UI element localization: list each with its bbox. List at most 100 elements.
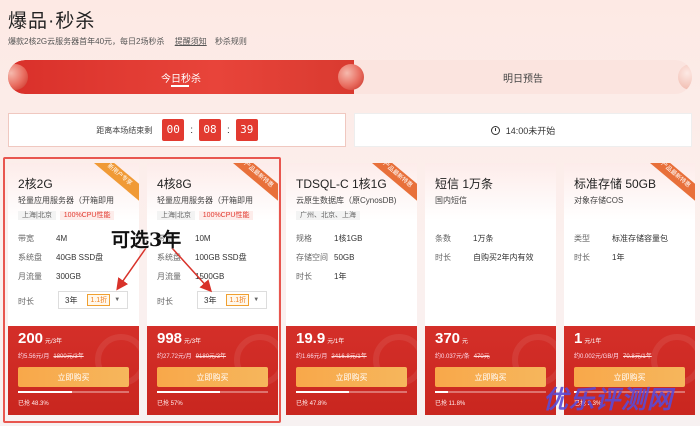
- product-name: 4核8G: [157, 177, 192, 191]
- spec-value: 300GB: [56, 272, 81, 281]
- price: 370 元: [435, 330, 468, 348]
- buy-button[interactable]: 立即购买: [435, 367, 546, 387]
- chevron-down-icon: ▼: [114, 297, 121, 303]
- spec-value: 1年: [334, 272, 347, 281]
- buy-button[interactable]: 立即购买: [157, 367, 268, 387]
- watermark-logo: 优乐评测网: [543, 386, 674, 414]
- product-name: 标准存储 50GB: [574, 177, 657, 191]
- spec-key: 类型: [574, 234, 590, 243]
- original-price: 470元: [473, 354, 490, 360]
- price: 200 元/3年: [18, 330, 62, 348]
- region-tag: 上海|北京: [18, 211, 56, 220]
- spec-value: 50GB: [334, 253, 355, 262]
- next-session-box[interactable]: 14:00未开始: [354, 113, 692, 147]
- per-month: 约1.66元/月: [296, 354, 328, 360]
- duration-select[interactable]: 3年 1.1折 ▼: [197, 291, 267, 309]
- product-name: TDSQL-C 1核1G: [296, 177, 387, 191]
- tab-today[interactable]: 今日秒杀: [8, 60, 354, 94]
- price-detail: 约0.037元/条 470元: [435, 351, 490, 360]
- discount-badge: 1.1折: [226, 294, 250, 306]
- product-card-2c2g: 新用户专享 2核2G 轻量应用服务器（开箱即用 上海|北京 100%CPU性能 …: [8, 163, 139, 415]
- product-tags: 上海|北京 100%CPU性能: [18, 210, 115, 222]
- product-card-4c8g: 产品最新特惠 4核8G 轻量应用服务器（开箱即用 上海|北京 100%CPU性能…: [147, 163, 278, 415]
- price-value: 200: [18, 330, 44, 347]
- spec-row: 时长 自购买2年内有效: [435, 252, 533, 263]
- product-desc: 国内短信: [435, 196, 467, 205]
- buy-button[interactable]: 立即购买: [18, 367, 129, 387]
- product-card-sms: 短信 1万条 国内短信 条数 1万条 时长 自购买2年内有效 370 元 约0.037…: [425, 163, 556, 415]
- spec-value: 1年: [612, 253, 625, 262]
- region-tag: 上海|北京: [157, 211, 195, 220]
- spec-row: 月流量 1500GB: [157, 271, 224, 282]
- spec-key: 系统盘: [18, 253, 42, 262]
- price: 998 元/3年: [157, 330, 201, 348]
- sold-progress-fill: [435, 391, 449, 393]
- countdown-timer: 距离本场结束剩 00 : 08 : 39: [8, 113, 346, 147]
- product-tags: 上海|北京 100%CPU性能: [157, 210, 254, 222]
- sold-text: 已抢 11.8%: [435, 401, 466, 407]
- spec-value: 标准存储容量包: [612, 234, 668, 243]
- product-name: 短信 1万条: [435, 177, 494, 191]
- tab-tomorrow[interactable]: 明日预告: [354, 60, 692, 94]
- price-value: 1: [574, 330, 583, 347]
- card-price-panel: 19.9 元/1年 约1.66元/月 2416.8元/1年 立即购买 已抢 47.8…: [286, 326, 417, 415]
- spec-key: 时长: [296, 272, 312, 281]
- price-unit: 元/1年: [584, 339, 602, 345]
- sold-progress: [157, 391, 268, 393]
- price-detail: 约5.56元/月 1800元/3年: [18, 351, 84, 360]
- duration-select[interactable]: 3年 1.1折 ▼: [58, 291, 128, 309]
- sold-progress-fill: [18, 391, 72, 393]
- spec-row: 月流量 300GB: [18, 271, 81, 282]
- price-value: 19.9: [296, 330, 326, 347]
- spec-key: 规格: [296, 234, 312, 243]
- card-price-panel: 370 元 约0.037元/条 470元 立即购买 已抢 11.8%: [425, 326, 556, 415]
- spec-key: 时长: [574, 253, 590, 262]
- sold-progress: [435, 391, 546, 393]
- price-unit: 元/3年: [45, 339, 63, 345]
- product-card-tdsql: 产品最新特惠 TDSQL-C 1核1G 云原生数据库（原CynosDB) 广州、…: [286, 163, 417, 415]
- spec-row: 带宽 4M: [18, 233, 67, 244]
- original-price: 2416.8元/1年: [331, 354, 367, 360]
- product-desc: 轻量应用服务器（开箱即用: [157, 196, 253, 205]
- spec-value: 1500GB: [195, 272, 225, 281]
- product-name: 2核2G: [18, 177, 53, 191]
- duration-value: 3年: [204, 295, 217, 305]
- countdown-colon: :: [190, 124, 193, 136]
- rules-link[interactable]: 秒杀规则: [215, 37, 247, 46]
- spec-value: 100GB SSD盘: [195, 253, 247, 262]
- spec-value: 4M: [56, 234, 68, 243]
- page-header: 爆品·秒杀: [8, 6, 95, 33]
- countdown-minutes: 08: [199, 119, 221, 141]
- duration-label: 时长: [18, 297, 34, 306]
- countdown-colon: :: [227, 124, 230, 136]
- spec-row: 系统盘 100GB SSD盘: [157, 252, 247, 263]
- spec-row: 时长 1年: [574, 252, 624, 263]
- price-unit: 元/1年: [327, 339, 345, 345]
- duration-label: 时长: [157, 297, 173, 306]
- spec-row: 类型 标准存储容量包: [574, 233, 668, 244]
- sold-progress: [18, 391, 129, 393]
- spec-key: 带宽: [18, 234, 34, 243]
- countdown-seconds: 39: [235, 119, 258, 141]
- annotation-text: 可选3年: [111, 229, 182, 251]
- per-month: 约27.72元/月: [157, 354, 192, 360]
- reminder-link[interactable]: 提醒须知: [175, 37, 207, 46]
- spec-key: 系统盘: [157, 253, 181, 262]
- original-price: 1800元/3年: [53, 354, 84, 360]
- chevron-down-icon: ▼: [253, 297, 260, 303]
- price-value: 370: [435, 330, 461, 347]
- spec-key: 存储空间: [296, 253, 328, 262]
- buy-button[interactable]: 立即购买: [296, 367, 407, 387]
- spec-value: 1核1GB: [334, 234, 363, 243]
- tab-today-label: 今日秒杀: [161, 73, 201, 85]
- clock-icon: [490, 125, 500, 135]
- per-month: 约0.037元/条: [435, 354, 470, 360]
- sold-progress: [296, 391, 407, 393]
- per-month: 约5.56元/月: [18, 354, 50, 360]
- price: 1 元/1年: [574, 330, 601, 348]
- price-unit: 元/3年: [184, 339, 202, 345]
- spec-key: 月流量: [18, 272, 42, 281]
- perf-tag: 100%CPU性能: [198, 211, 254, 220]
- sold-progress-fill: [296, 391, 350, 393]
- duration-value: 3年: [65, 295, 78, 305]
